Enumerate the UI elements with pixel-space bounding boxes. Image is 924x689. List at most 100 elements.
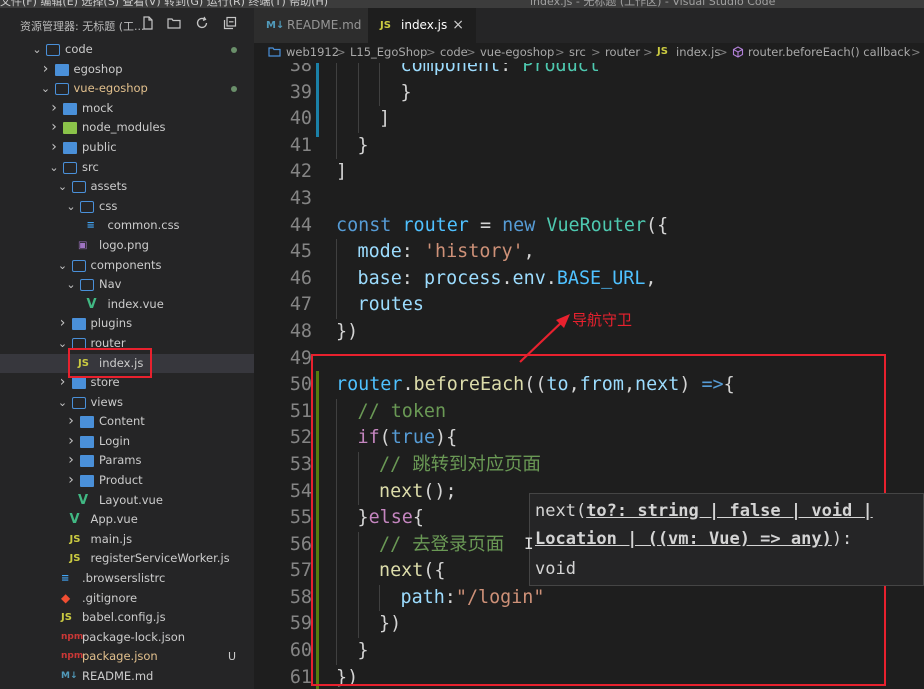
chevron-right-icon[interactable]: › — [49, 99, 59, 119]
chevron-right-icon[interactable]: › — [58, 314, 68, 334]
tree-item-label: plugins — [90, 316, 133, 331]
breadcrumb-item[interactable]: router.beforeEach() callback — [748, 43, 910, 61]
chevron-down-icon[interactable]: ⌄ — [58, 334, 68, 354]
collapse-all-icon[interactable] — [222, 16, 238, 32]
line-number: 46 — [289, 267, 312, 289]
code-line[interactable]: 45 mode: 'history', — [254, 239, 924, 266]
code-line[interactable]: 46 base: process.env.BASE_URL, — [254, 265, 924, 293]
chevron-down-icon[interactable]: ⌄ — [66, 275, 76, 295]
code-text: const router = new VueRouter({ — [336, 213, 668, 240]
tree-item[interactable]: › public — [0, 138, 254, 158]
new-file-icon[interactable] — [140, 16, 156, 32]
chevron-right-icon[interactable]: › — [49, 118, 59, 138]
chevron-down-icon[interactable]: ⌄ — [32, 40, 42, 60]
tree-item[interactable]: › plugins — [0, 314, 254, 334]
tree-item[interactable]: ⌄ views — [0, 393, 254, 413]
tree-item[interactable]: › Login — [0, 432, 254, 452]
tree-item[interactable]: ◆ .gitignore — [0, 589, 254, 609]
tree-item[interactable]: ⌄ code — [0, 40, 254, 60]
tree-item[interactable]: › Content — [0, 412, 254, 432]
chevron-down-icon[interactable]: ⌄ — [58, 256, 68, 276]
tree-item-label: src — [82, 159, 99, 174]
code-token: ] — [336, 161, 348, 183]
chevron-down-icon[interactable]: ⌄ — [58, 393, 68, 413]
code-line[interactable]: 40] — [254, 106, 924, 133]
breadcrumb-item[interactable]: L15_EgoShop — [350, 43, 427, 61]
code-line[interactable]: 39} — [254, 79, 924, 107]
folder-icon — [63, 122, 77, 135]
code-token: , — [645, 267, 657, 289]
breadcrumb: web1912 > L15_EgoShop > code > vue-egoshop > src… — [254, 43, 924, 63]
tree-item[interactable]: ⌄ Nav — [0, 275, 254, 295]
js-file-icon: JS — [69, 553, 81, 565]
code-line[interactable]: 41} — [254, 132, 924, 160]
tree-item[interactable]: V Layout.vue — [0, 491, 254, 511]
tree-item[interactable]: ≡ .browserslistrc — [0, 569, 254, 589]
hover-line-3: void — [535, 559, 576, 579]
tree-item[interactable]: › Params — [0, 451, 254, 471]
code-token: : — [500, 63, 523, 76]
line-number: 52 — [289, 427, 312, 449]
chevron-down-icon[interactable]: ⌄ — [41, 79, 51, 99]
tree-item[interactable]: Vindex.vue — [0, 295, 254, 315]
chevron-right-icon[interactable]: › — [58, 373, 68, 393]
tree-item[interactable]: › mock — [0, 99, 254, 119]
breadcrumb-item[interactable]: src — [569, 43, 586, 61]
line-number: 50 — [289, 374, 312, 396]
chevron-right-icon[interactable]: › — [49, 138, 59, 158]
chevron-right-icon[interactable]: › — [41, 60, 51, 80]
folder-open-icon — [80, 200, 94, 213]
tab-index-js[interactable]: JS index.js × — [368, 8, 476, 43]
tree-item[interactable]: npm package.json U — [0, 647, 254, 667]
chevron-down-icon[interactable]: ⌄ — [49, 158, 59, 178]
chevron-right-icon[interactable]: › — [66, 451, 76, 471]
chevron-down-icon[interactable]: ⌄ — [66, 197, 76, 217]
tab-readme[interactable]: M↓ README.md — [254, 8, 368, 43]
code-line[interactable]: 43 — [254, 186, 924, 213]
folder-open-icon — [63, 161, 77, 174]
tree-item[interactable]: › Product — [0, 471, 254, 491]
new-folder-icon[interactable] — [166, 16, 182, 32]
chevron-right-icon[interactable]: › — [66, 412, 76, 432]
breadcrumb-item[interactable]: vue-egoshop — [480, 43, 554, 61]
tree-item[interactable]: ⌄ src — [0, 158, 254, 178]
tree-item[interactable]: JS babel.config.js — [0, 608, 254, 628]
close-icon[interactable]: × — [452, 8, 464, 43]
code-token: process — [423, 267, 502, 289]
tree-item[interactable]: V App.vue — [0, 510, 254, 530]
chevron-down-icon[interactable]: ⌄ — [58, 177, 68, 197]
tree-item[interactable]: ⌄ vue-egoshop — [0, 79, 254, 99]
code-token: ] — [379, 108, 391, 130]
tree-item[interactable]: ⌄ assets — [0, 177, 254, 197]
tree-item[interactable]: › egoshop — [0, 60, 254, 80]
menu-bar[interactable]: 文件(F) 编辑(E) 选择(S) 查看(V) 转到(G) 运行(R) 终端(T… — [0, 0, 328, 8]
code-line[interactable]: 44 const router = new VueRouter({ — [254, 213, 924, 240]
code-line[interactable]: 38 component: Product — [254, 63, 924, 80]
breadcrumb-item[interactable]: web1912 — [286, 43, 339, 61]
tree-item[interactable]: ⌄ css — [0, 197, 254, 217]
code-token: = — [468, 214, 503, 236]
line-number: 44 — [289, 214, 312, 236]
tree-item[interactable]: JS registerServiceWorker.js — [0, 549, 254, 569]
tree-item[interactable]: M↓ README.md — [0, 667, 254, 687]
line-number: 51 — [289, 400, 312, 422]
refresh-icon[interactable] — [194, 16, 210, 32]
code-text: } — [358, 133, 369, 160]
annotation-label: 导航守卫 — [572, 311, 633, 329]
code-text: component: Product — [401, 63, 600, 80]
tree-item[interactable]: ▣ logo.png — [0, 236, 254, 256]
indent-guide — [336, 292, 337, 319]
tree-item[interactable]: npm package-lock.json — [0, 628, 254, 648]
line-number: 41 — [289, 134, 312, 156]
chevron-right-icon[interactable]: › — [66, 471, 76, 491]
tree-item[interactable]: ≡ common.css — [0, 216, 254, 236]
breadcrumb-item[interactable]: code — [440, 43, 468, 61]
breadcrumb-item[interactable]: index.js — [676, 43, 720, 61]
tree-item[interactable]: › node_modules — [0, 118, 254, 138]
tree-item[interactable]: JS main.js — [0, 530, 254, 550]
tree-item[interactable]: ⌄ components — [0, 256, 254, 276]
chevron-right-icon[interactable]: › — [66, 432, 76, 452]
indent-guide — [336, 239, 337, 266]
breadcrumb-item[interactable]: router — [605, 43, 640, 61]
code-line[interactable]: 42] — [254, 159, 924, 186]
